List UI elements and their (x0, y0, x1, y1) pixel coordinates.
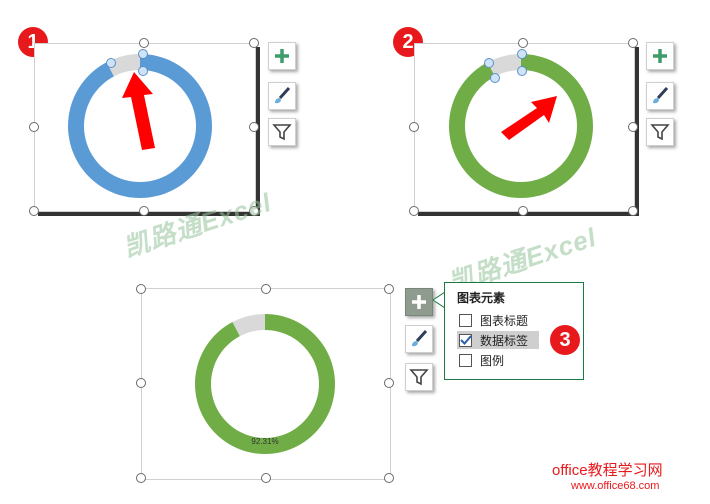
flyout-title: 图表元素 (457, 291, 506, 305)
slice-handle[interactable] (138, 49, 148, 59)
resize-handle[interactable] (384, 473, 394, 483)
doughnut-slice-main-3 (195, 314, 335, 454)
slice-handle[interactable] (106, 58, 116, 68)
chart-elements-button[interactable] (646, 42, 674, 70)
filter-icon (650, 124, 670, 141)
slice-handle[interactable] (517, 66, 527, 76)
resize-handle[interactable] (29, 122, 39, 132)
step-badge-3: 3 (550, 325, 580, 355)
slice-handle[interactable] (138, 66, 148, 76)
chart-styles-button[interactable] (405, 325, 433, 353)
plus-icon (275, 49, 289, 63)
checkbox-legend[interactable] (459, 353, 472, 367)
slice-handle[interactable] (484, 58, 494, 68)
resize-handle[interactable] (261, 284, 271, 294)
chart-filters-button[interactable] (405, 363, 433, 391)
plus-icon (653, 49, 667, 63)
chart-elements-button[interactable] (268, 42, 296, 70)
option-data-labels[interactable]: 数据标签 (457, 331, 539, 349)
resize-handle[interactable] (136, 378, 146, 388)
checkbox-data-labels[interactable] (459, 333, 472, 347)
resize-handle[interactable] (261, 473, 271, 483)
checkbox-chart-title[interactable] (459, 313, 472, 327)
resize-handle[interactable] (518, 206, 528, 216)
data-label: 92.31% (251, 437, 279, 446)
resize-handle[interactable] (409, 206, 419, 216)
resize-handle[interactable] (384, 284, 394, 294)
plus-icon (412, 295, 426, 309)
chart-elements-button[interactable] (405, 288, 433, 316)
option-chart-title[interactable]: 图表标题 (459, 311, 528, 329)
chart-filters-button[interactable] (646, 118, 674, 146)
resize-handle[interactable] (628, 206, 638, 216)
resize-handle[interactable] (628, 122, 638, 132)
filter-icon (272, 124, 292, 141)
option-legend[interactable]: 图例 (459, 351, 504, 369)
resize-handle[interactable] (384, 378, 394, 388)
resize-handle[interactable] (136, 473, 146, 483)
option-label: 图例 (480, 353, 505, 368)
brush-icon (412, 329, 428, 347)
resize-handle[interactable] (139, 38, 149, 48)
resize-handle[interactable] (409, 122, 419, 132)
resize-handle[interactable] (249, 122, 259, 132)
resize-handle[interactable] (518, 38, 528, 48)
site-name: office教程学习网 (552, 462, 663, 479)
resize-handle[interactable] (628, 38, 638, 48)
resize-handle[interactable] (136, 284, 146, 294)
check-icon (460, 334, 472, 345)
resize-handle[interactable] (249, 38, 259, 48)
resize-handle[interactable] (29, 206, 39, 216)
arrow-icon-2 (501, 96, 557, 140)
brush-icon (275, 86, 291, 104)
slice-handle[interactable] (517, 49, 527, 59)
slice-handle[interactable] (490, 73, 500, 83)
chart-filters-button[interactable] (268, 118, 296, 146)
arrow-icon-1 (122, 72, 155, 150)
brush-icon (653, 86, 669, 104)
option-label: 图表标题 (480, 313, 529, 328)
option-label: 数据标签 (480, 333, 529, 348)
resize-handle[interactable] (139, 206, 149, 216)
site-url: www.office68.com (571, 480, 660, 492)
filter-icon (409, 369, 429, 386)
chart-styles-button[interactable] (268, 82, 296, 110)
chart-styles-button[interactable] (646, 82, 674, 110)
